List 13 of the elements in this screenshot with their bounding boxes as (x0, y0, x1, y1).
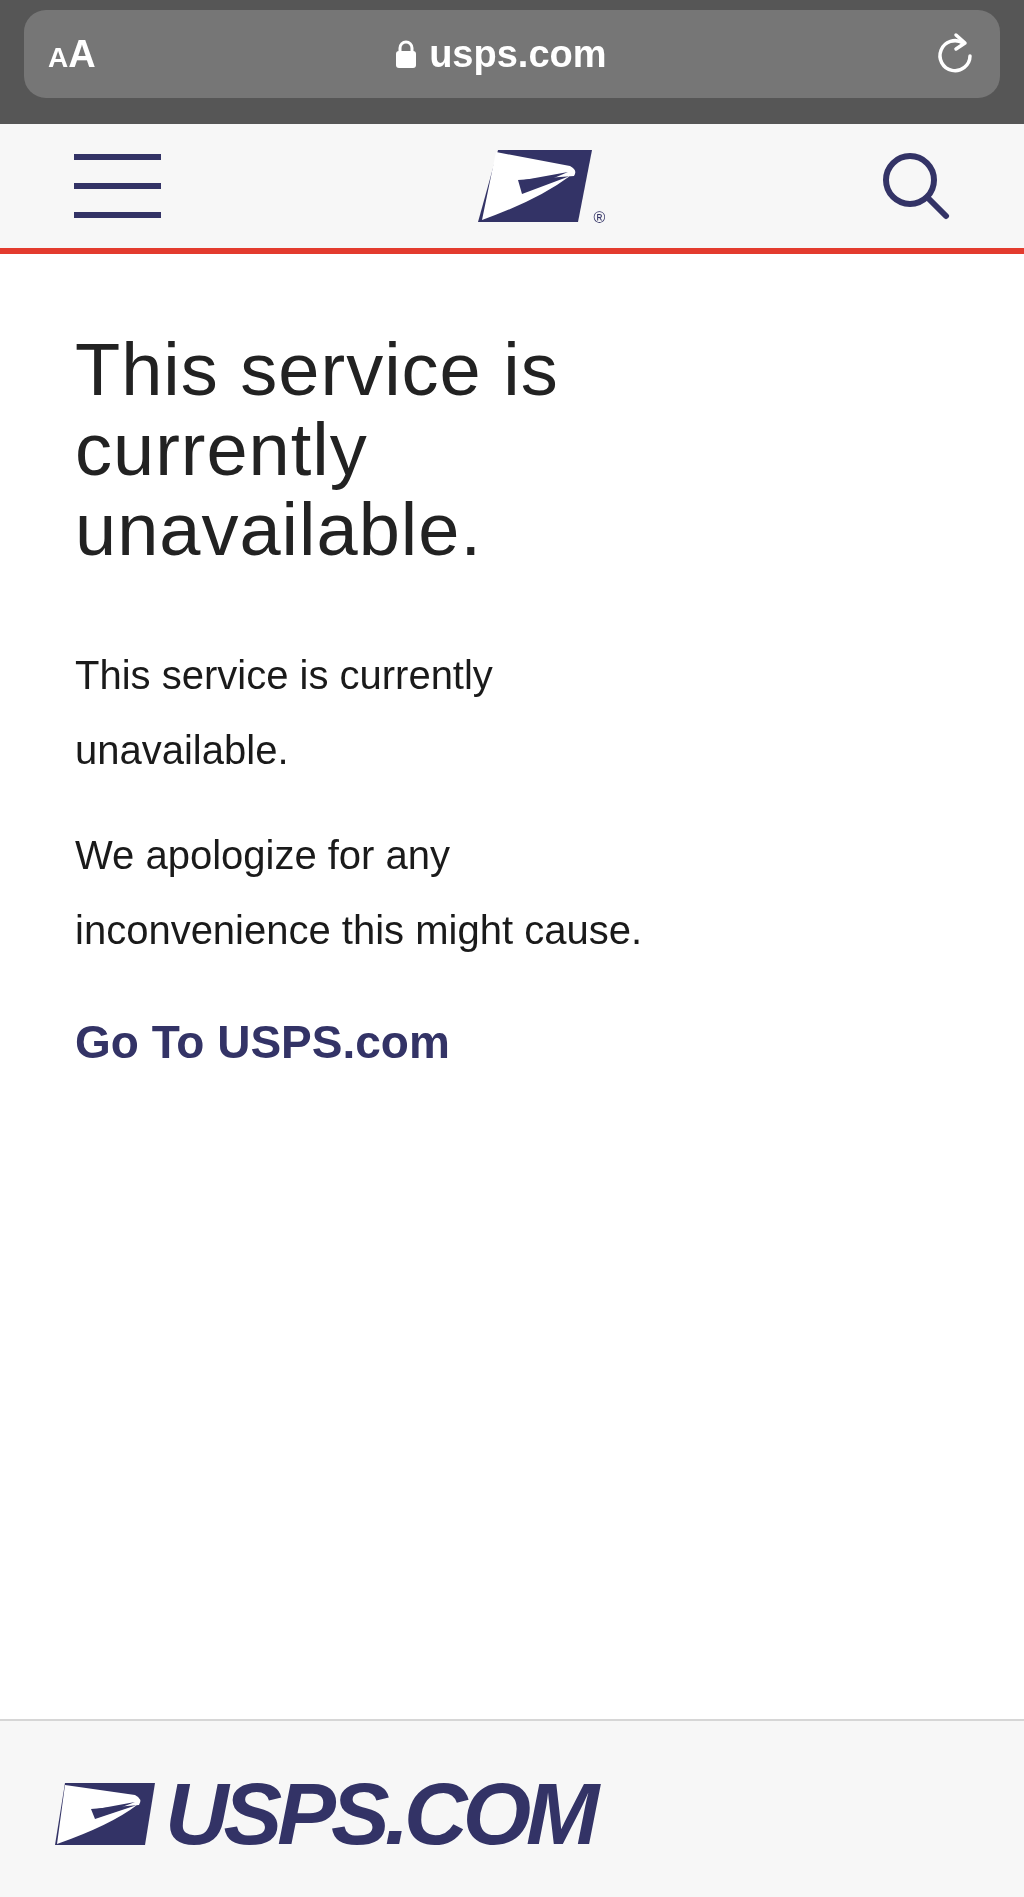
lock-icon (395, 39, 418, 69)
page-heading: This service is currently unavailable. (75, 330, 560, 570)
menu-icon[interactable] (74, 154, 161, 218)
registered-mark: ® (593, 210, 606, 226)
search-icon[interactable] (882, 152, 950, 220)
message-paragraph: This service is currently unavailable. (75, 652, 494, 774)
eagle-logo-icon[interactable] (477, 150, 592, 222)
url-text: usps.com (429, 31, 607, 77)
text-size-button[interactable]: AA (48, 25, 96, 83)
address-bar[interactable]: AA usps.com (24, 10, 1000, 98)
eagle-logo-icon (55, 1783, 155, 1845)
site-link[interactable]: Go To USPS.com (75, 1008, 450, 1077)
message-paragraph: We apologize for any inconvenience this might cause. (75, 832, 643, 954)
